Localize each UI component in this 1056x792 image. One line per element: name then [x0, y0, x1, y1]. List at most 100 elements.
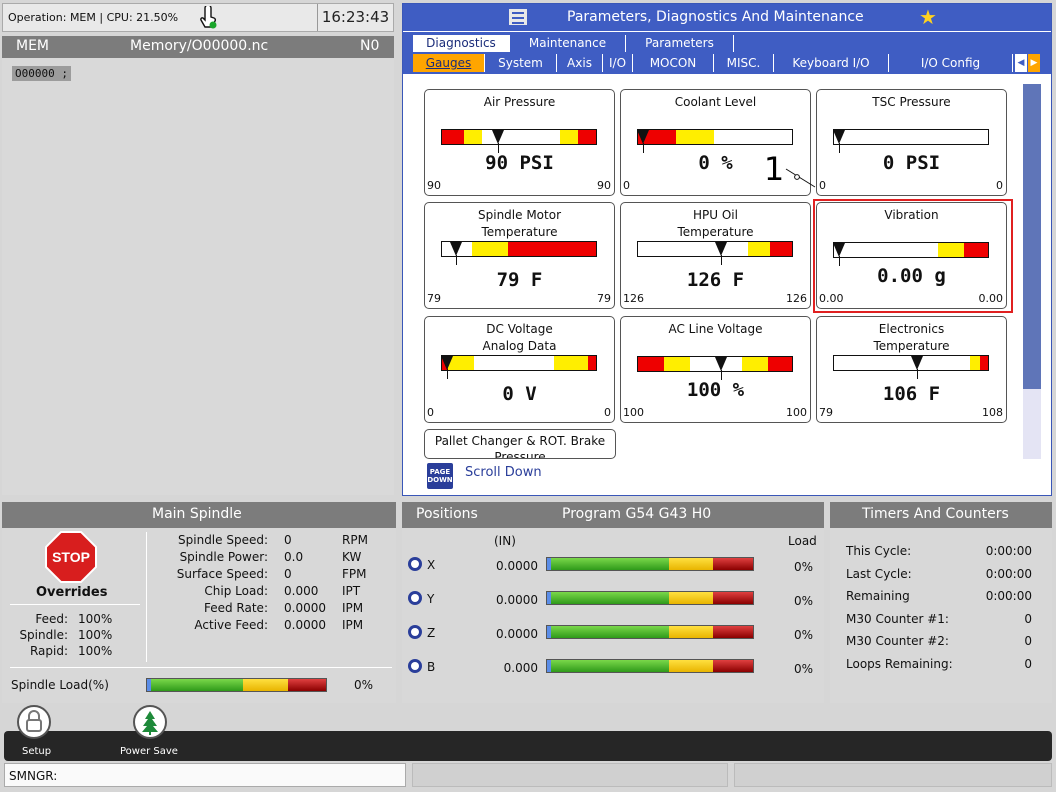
axis-home-icon-dot [411, 628, 419, 636]
gesture-icon[interactable] [198, 4, 218, 30]
gauge-title: AC Line Voltage [668, 322, 763, 336]
status-bar-middle [412, 763, 728, 787]
pallet-changer-gauge: Pallet Changer & ROT. Brake Pressure [424, 429, 616, 459]
subtab-system[interactable]: System [485, 54, 557, 72]
override-feed-label: Feed: [35, 612, 68, 626]
spindle-stat-value: 0.0000 [284, 618, 326, 632]
load-indicator [547, 626, 551, 638]
status-bar-right [734, 763, 1052, 787]
gauge-bar-segment [834, 130, 988, 144]
lock-icon[interactable] [17, 705, 51, 739]
gauge-bar-segment [464, 130, 482, 144]
gauge-needle-icon [715, 357, 727, 371]
gauge-subtitle: Temperature [677, 225, 754, 239]
pdm-title-bar: Parameters, Diagnostics And Maintenance … [403, 4, 1051, 31]
tab-parameters[interactable]: Parameters [626, 35, 734, 52]
gauge-bar-segment [508, 242, 596, 256]
gauge-bar-segment [442, 130, 464, 144]
program-editor[interactable]: O00000 ; [2, 58, 394, 495]
pdm-title: Parameters, Diagnostics And Maintenance [567, 9, 864, 25]
tab-diagnostics[interactable]: Diagnostics [413, 35, 510, 52]
timers-panel: This Cycle: 0:00:00 Last Cycle: 0:00:00 Rema… [830, 528, 1052, 703]
setup-label[interactable]: Setup [22, 746, 51, 757]
axis-home-icon[interactable] [408, 591, 422, 605]
stop-icon[interactable]: STOP [47, 533, 95, 581]
page-down-icon[interactable]: PAGE DOWN [427, 463, 453, 489]
gauge-bar-segment [770, 242, 792, 256]
tab-maintenance[interactable]: Maintenance [510, 35, 626, 52]
axis-home-icon[interactable] [408, 557, 422, 571]
axis-load-value: 0% [794, 594, 814, 608]
gauge-max: 79 [597, 292, 611, 305]
timers-header: Timers And Counters [830, 502, 1052, 528]
subtab-keyboard-io[interactable]: Keyboard I/O [774, 54, 889, 72]
load-yellow-segment [669, 660, 713, 672]
subtab-io[interactable]: I/O [603, 54, 633, 72]
axis-home-icon[interactable] [408, 659, 422, 673]
star-icon[interactable]: ★ [919, 7, 937, 27]
scrollbar-thumb[interactable] [1023, 84, 1041, 389]
spindle-stat-unit: KW [342, 550, 362, 564]
gauge-max: 0 [996, 179, 1003, 192]
gauge-min: 79 [819, 406, 833, 419]
gauge-electronics-temperature: Electronics Temperature 106 F 79 108 [816, 316, 1007, 423]
load-indicator [147, 679, 151, 691]
gauge-subtitle: Temperature [481, 225, 558, 239]
program-file: Memory/O00000.nc [130, 38, 269, 54]
spindle-stat-unit: IPM [342, 618, 364, 632]
timer-value: 0:00:00 [985, 589, 1032, 603]
spindle-stat-value: 0.000 [284, 584, 319, 598]
gauge-hpu-oil-temperature: HPU Oil Temperature 126 F 126 126 [620, 202, 811, 309]
menu-icon[interactable] [509, 9, 527, 25]
gauge-title: HPU Oil [693, 208, 738, 222]
diagnostics-subtabs: Gauges System Axis I/O MOCON MISC. Keybo… [403, 52, 1051, 74]
positions-load-header: Load [788, 534, 817, 548]
gauge-bar-segment [578, 130, 596, 144]
spindle-load-divider [10, 667, 392, 668]
axis-position: 0.000 [503, 661, 538, 675]
axis-load-value: 0% [794, 662, 814, 676]
spindle-panel: STOP Overrides Feed: 100% Spindle: 100% … [2, 528, 396, 703]
tab-scroll-left-icon[interactable]: ◀ [1015, 54, 1027, 72]
spindle-load-bar [146, 678, 327, 692]
gauge-needle-icon [637, 130, 649, 144]
axis-position: 0.0000 [496, 559, 538, 573]
gauge-bar-segment [748, 242, 770, 256]
subtab-axis[interactable]: Axis [557, 54, 603, 72]
gauge-needle-icon [911, 356, 923, 370]
gauge-value: 126 F [686, 269, 745, 291]
spindle-stat-label: Surface Speed: [176, 567, 268, 581]
timers-title: Timers And Counters [862, 506, 1009, 522]
subtab-mocon[interactable]: MOCON [633, 54, 714, 72]
program-code-line[interactable]: O00000 ; [12, 66, 71, 81]
program-line-number: N0 [360, 38, 380, 54]
load-green-segment [547, 626, 669, 638]
tree-icon[interactable] [133, 705, 167, 739]
gauge-bar-segment [768, 357, 792, 371]
operation-status-bar: Operation: MEM | CPU: 21.50% 16:23:43 [2, 3, 394, 32]
axis-name: Z [427, 626, 436, 640]
axis-load-bar [546, 625, 754, 639]
gauge-subtitle: Temperature [873, 339, 950, 353]
scroll-down-link[interactable]: Scroll Down [465, 465, 542, 480]
axis-load-value: 0% [794, 628, 814, 642]
gauge-bar [441, 241, 597, 257]
gauge-bar-segment [970, 356, 980, 370]
tab-scroll-right-icon[interactable]: ▶ [1028, 54, 1040, 72]
subtab-misc[interactable]: MISC. [714, 54, 774, 72]
axis-home-icon-dot [411, 560, 419, 568]
spindle-divider [146, 532, 147, 662]
timer-label: M30 Counter #1: [846, 611, 949, 626]
subtab-io-config[interactable]: I/O Config [889, 54, 1013, 72]
power-save-label[interactable]: Power Save [120, 746, 178, 757]
gauge-value: 100 % [686, 379, 745, 401]
axis-position: 0.0000 [496, 593, 538, 607]
spindle-stat-label: Active Feed: [194, 618, 268, 632]
gauge-bar-segment [474, 356, 554, 370]
axis-home-icon[interactable] [408, 625, 422, 639]
load-indicator [547, 660, 551, 672]
gauge-bar-segment [664, 357, 690, 371]
gauge-value: 79 F [496, 269, 543, 291]
axis-home-icon-dot [411, 594, 419, 602]
subtab-gauges[interactable]: Gauges [413, 54, 485, 72]
